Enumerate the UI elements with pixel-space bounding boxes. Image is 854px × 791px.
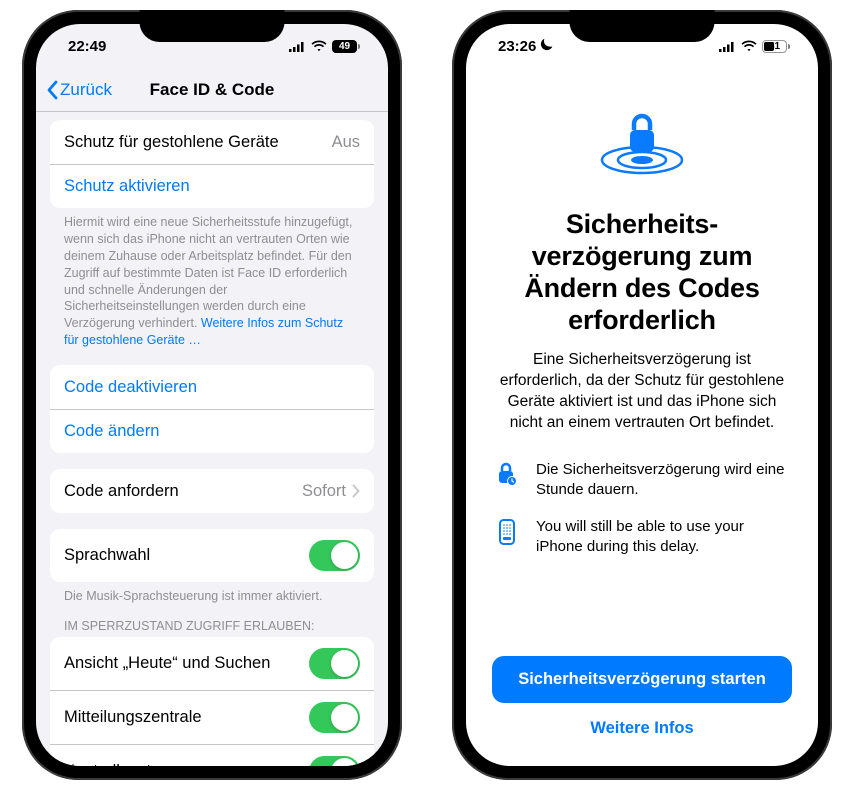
cellular-icon [719, 41, 736, 52]
row-label: Code deaktivieren [64, 378, 197, 397]
nav-title: Face ID & Code [150, 80, 275, 100]
toggle-control[interactable] [309, 756, 360, 766]
toggle-voice[interactable] [309, 540, 360, 571]
info-row-duration: Die Sicherheitsverzögerung wird eine Stu… [492, 460, 792, 499]
screen-delay-modal: 23:26 41 [466, 24, 818, 766]
row-voice-dial[interactable]: Sprachwahl [50, 529, 374, 582]
row-control-center[interactable]: Kontrollzentrum [50, 744, 374, 766]
wifi-icon [311, 40, 327, 52]
battery-icon: 49 [332, 40, 360, 53]
row-label: Sprachwahl [64, 546, 150, 565]
row-activate-protection[interactable]: Schutz aktivieren [50, 164, 374, 208]
info-row-usable: You will still be able to use your iPhon… [492, 517, 792, 556]
row-label: Code ändern [64, 422, 159, 441]
dnd-moon-icon [540, 38, 553, 55]
lock-clock-icon [494, 460, 520, 486]
start-delay-button[interactable]: Sicherheitsverzögerung starten [492, 656, 792, 703]
chevron-right-icon [352, 484, 360, 498]
status-time: 23:26 [498, 38, 536, 55]
status-time: 22:49 [68, 38, 106, 55]
info-text: You will still be able to use your iPhon… [536, 517, 790, 556]
section-header: IM SPERRZUSTAND ZUGRIFF ERLAUBEN: [36, 605, 388, 637]
row-label: Schutz für gestohlene Geräte [64, 133, 279, 152]
row-label: Kontrollzentrum [64, 762, 180, 766]
row-notification-center[interactable]: Mitteilungszentrale [50, 690, 374, 744]
modal-title: Sicherheits­verzögerung zum Ändern des C… [492, 209, 792, 336]
row-value: Sofort [302, 482, 360, 501]
back-label: Zurück [60, 80, 112, 100]
info-text: Die Sicherheitsverzögerung wird eine Stu… [536, 460, 790, 499]
back-button[interactable]: Zurück [46, 80, 112, 100]
row-deactivate-code[interactable]: Code deaktivieren [50, 365, 374, 409]
row-require-code[interactable]: Code anfordern Sofort [50, 469, 374, 513]
phone-right: 23:26 41 [452, 10, 832, 780]
toggle-notif[interactable] [309, 702, 360, 733]
row-today-view[interactable]: Ansicht „Heute“ und Suchen [50, 637, 374, 690]
section-footer: Hiermit wird eine neue Sicherheitsstufe … [36, 208, 388, 349]
row-change-code[interactable]: Code ändern [50, 409, 374, 453]
toggle-today[interactable] [309, 648, 360, 679]
wifi-icon [741, 40, 757, 52]
battery-icon: 41 [762, 40, 790, 53]
iphone-icon [494, 517, 520, 545]
screen-settings: 22:49 49 Zurück Face ID & Code [36, 24, 388, 766]
row-label: Mitteilungszentrale [64, 708, 202, 727]
section-footer: Die Musik-Sprachsteuerung ist immer akti… [36, 582, 388, 605]
modal-body: Eine Sicherheitsverzögerung ist erforder… [492, 350, 792, 434]
row-label: Schutz aktivieren [64, 177, 190, 196]
row-label: Code anfordern [64, 482, 179, 501]
security-delay-modal: Sicherheits­verzögerung zum Ändern des C… [466, 68, 818, 766]
more-info-button[interactable]: Weitere Infos [590, 703, 693, 746]
chevron-left-icon [46, 80, 58, 100]
row-value: Aus [332, 133, 360, 152]
row-stolen-protection[interactable]: Schutz für gestohlene Geräte Aus [50, 120, 374, 164]
phone-left: 22:49 49 Zurück Face ID & Code [22, 10, 402, 780]
notch [140, 10, 285, 42]
settings-content[interactable]: Schutz für gestohlene Geräte Aus Schutz … [36, 112, 388, 766]
nav-bar: Zurück Face ID & Code [36, 68, 388, 112]
cellular-icon [289, 41, 306, 52]
lock-ripple-icon [599, 108, 685, 181]
row-label: Ansicht „Heute“ und Suchen [64, 654, 270, 673]
notch [570, 10, 715, 42]
